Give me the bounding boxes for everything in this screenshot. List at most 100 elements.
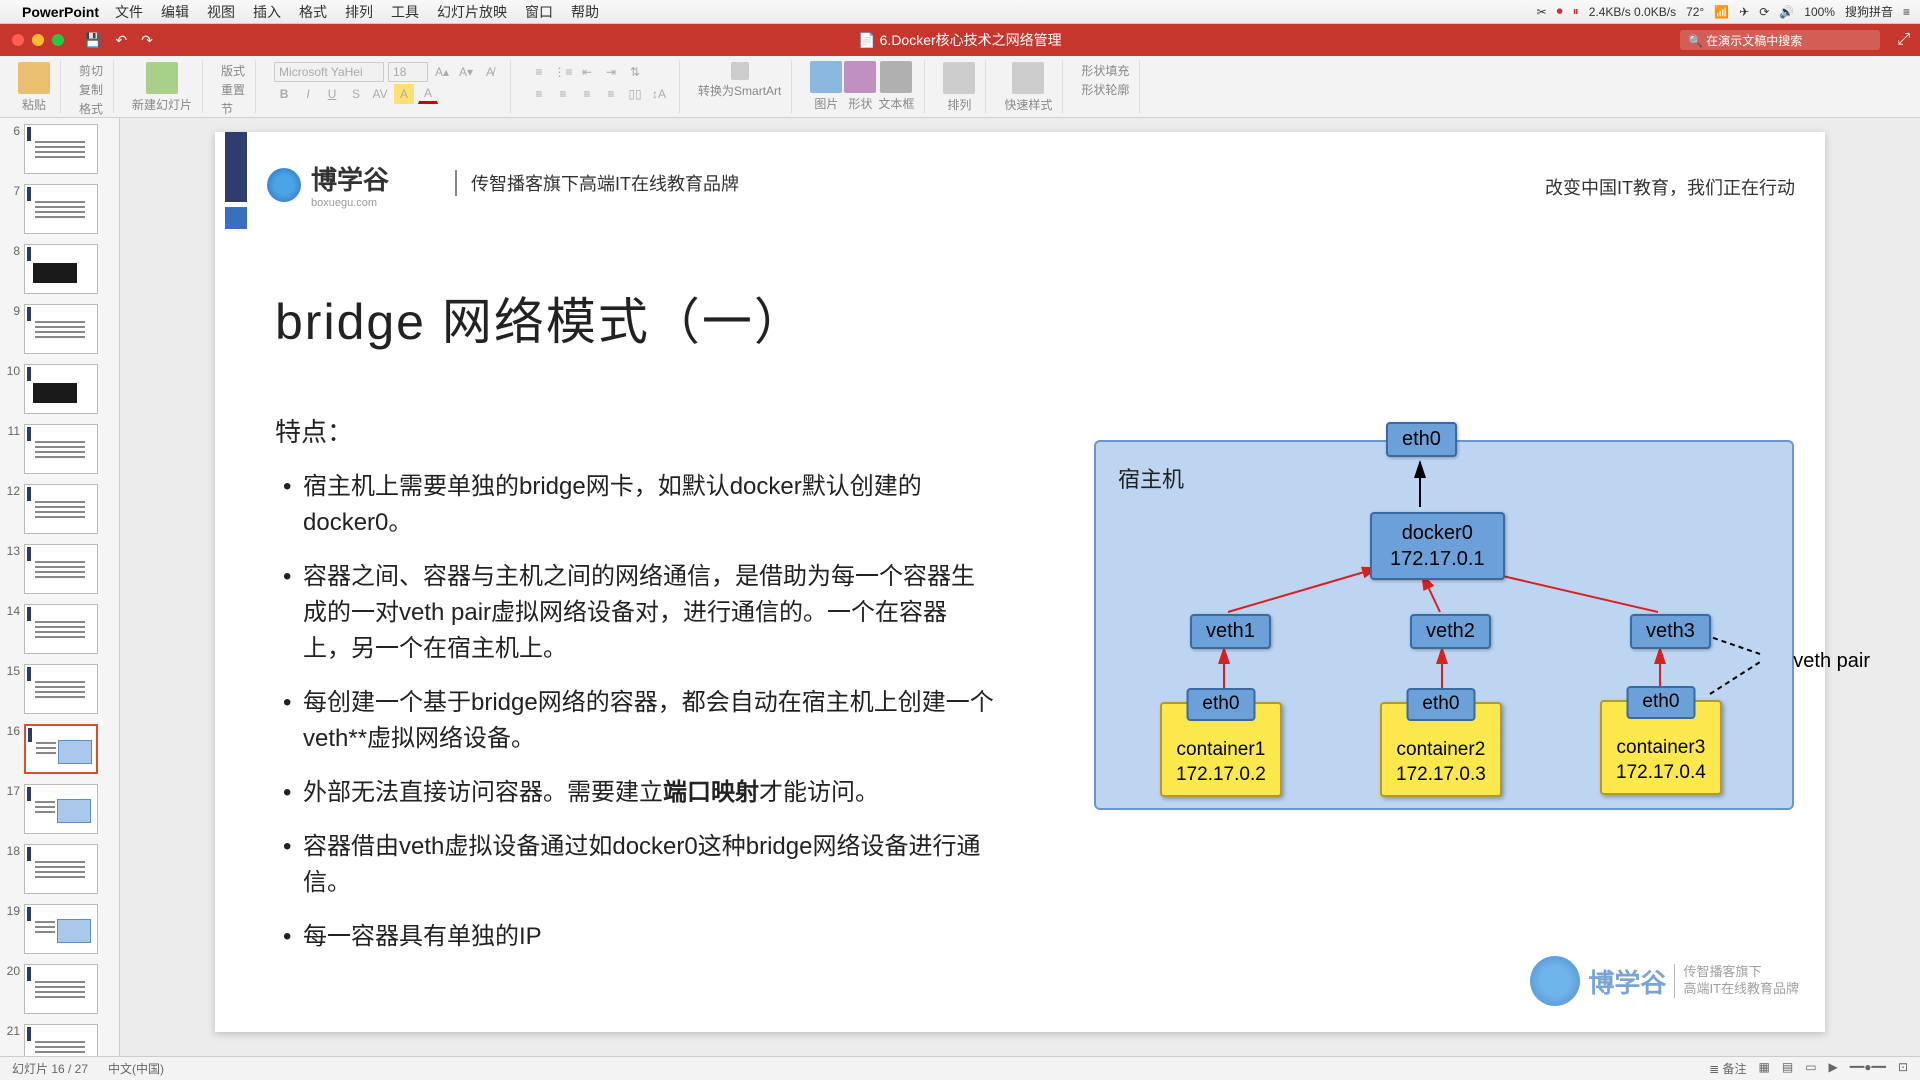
slide-thumb-8[interactable] xyxy=(24,244,98,294)
paperplane-icon[interactable]: ✈ xyxy=(1739,5,1749,19)
slide-thumb-7[interactable] xyxy=(24,184,98,234)
paste-button[interactable]: 粘贴 xyxy=(18,62,50,113)
slide-thumb-15[interactable] xyxy=(24,664,98,714)
sorter-view-icon[interactable]: ▤ xyxy=(1782,1060,1793,1077)
picture-button[interactable]: 图片 xyxy=(810,61,842,112)
slide-thumb-20[interactable] xyxy=(24,964,98,1014)
expand-icon[interactable]: ⤢ xyxy=(1897,31,1910,49)
slide[interactable]: 博学谷boxuegu.com 传智播客旗下高端IT在线教育品牌 改变中国IT教育… xyxy=(215,132,1825,1032)
menu-slideshow[interactable]: 幻灯片放映 xyxy=(437,2,507,22)
slide-thumb-17[interactable] xyxy=(24,784,98,834)
maximize-button[interactable] xyxy=(52,34,64,46)
battery-icon[interactable]: 100% xyxy=(1804,5,1835,19)
slide-thumb-19[interactable] xyxy=(24,904,98,954)
redo-icon[interactable]: ↷ xyxy=(141,32,153,49)
clear-format-icon[interactable]: A̸ xyxy=(480,62,500,82)
textbox-button[interactable]: 文本框 xyxy=(878,61,914,112)
shape-outline-button[interactable]: 形状轮廓 xyxy=(1081,81,1129,98)
reading-view-icon[interactable]: ▭ xyxy=(1805,1060,1816,1077)
minimize-button[interactable] xyxy=(32,34,44,46)
align-center-icon[interactable]: ≡ xyxy=(553,84,573,104)
bold-icon[interactable]: B xyxy=(274,84,294,104)
slide-thumb-6[interactable] xyxy=(24,124,98,174)
columns-icon[interactable]: ▯▯ xyxy=(625,84,645,104)
search-input[interactable]: 🔍 在演示文稿中搜索 xyxy=(1680,30,1880,50)
bullets-icon[interactable]: ≡ xyxy=(529,62,549,82)
convert-smartart-button[interactable]: 转换为SmartArt xyxy=(698,62,781,99)
close-button[interactable] xyxy=(12,34,24,46)
slide-thumb-10[interactable] xyxy=(24,364,98,414)
app-name[interactable]: PowerPoint xyxy=(22,4,99,20)
slide-thumb-21[interactable] xyxy=(24,1024,98,1056)
menu-format[interactable]: 格式 xyxy=(299,2,327,22)
zoom-slider[interactable]: ━━●━━ xyxy=(1850,1060,1886,1077)
menu-insert[interactable]: 插入 xyxy=(253,2,281,22)
slideshow-view-icon[interactable]: ▶ xyxy=(1829,1060,1838,1077)
temp-icon[interactable]: 72° xyxy=(1686,5,1704,19)
speaker-icon[interactable]: 🔊 xyxy=(1779,5,1794,19)
new-slide-button[interactable]: 新建幻灯片 xyxy=(132,62,192,113)
layout-button[interactable]: 版式 xyxy=(221,62,245,79)
menu-tools[interactable]: 工具 xyxy=(391,2,419,22)
sync-icon[interactable]: ⟳ xyxy=(1759,5,1769,19)
undo-icon[interactable]: ↶ xyxy=(115,32,127,49)
ime-label[interactable]: 搜狗拼音 xyxy=(1845,3,1893,20)
font-select[interactable] xyxy=(274,62,384,82)
save-icon[interactable]: 💾 xyxy=(84,32,101,49)
slide-thumb-12[interactable] xyxy=(24,484,98,534)
decrease-font-icon[interactable]: A▾ xyxy=(456,62,476,82)
menu-window[interactable]: 窗口 xyxy=(525,2,553,22)
increase-font-icon[interactable]: A▴ xyxy=(432,62,452,82)
reset-button[interactable]: 重置 xyxy=(221,81,245,98)
font-size-select[interactable] xyxy=(388,62,428,82)
slide-canvas[interactable]: 博学谷boxuegu.com 传智播客旗下高端IT在线教育品牌 改变中国IT教育… xyxy=(120,118,1920,1056)
record-icon[interactable]: ⏺ xyxy=(1557,4,1563,19)
slide-content[interactable]: 特点： 宿主机上需要单独的bridge网卡，如默认docker默认创建的dock… xyxy=(275,412,995,973)
align-right-icon[interactable]: ≡ xyxy=(577,84,597,104)
slide-thumb-14[interactable] xyxy=(24,604,98,654)
network-diagram[interactable]: 宿主机 eth0 docker0172 xyxy=(1080,422,1800,812)
format-button[interactable]: 格式 xyxy=(79,100,103,117)
slide-title[interactable]: bridge 网络模式（一） xyxy=(275,282,806,354)
pause-icon[interactable]: ⏸ xyxy=(1573,4,1579,19)
arrange-button[interactable]: 排列 xyxy=(943,62,975,113)
shadow-icon[interactable]: AV xyxy=(370,84,390,104)
shape-fill-button[interactable]: 形状填充 xyxy=(1081,62,1129,79)
line-spacing-icon[interactable]: ⇅ xyxy=(625,62,645,82)
font-color-icon[interactable]: A xyxy=(418,84,438,104)
fit-icon[interactable]: ⊡ xyxy=(1898,1060,1908,1077)
menu-help[interactable]: 帮助 xyxy=(571,2,599,22)
slide-thumb-16[interactable] xyxy=(24,724,98,774)
slide-thumbnails[interactable]: 67891011121314151617181920212223 xyxy=(0,118,120,1056)
quickstyle-button[interactable]: 快速样式 xyxy=(1004,62,1052,113)
section-button[interactable]: 节 xyxy=(221,100,245,117)
menu-file[interactable]: 文件 xyxy=(115,2,143,22)
justify-icon[interactable]: ≡ xyxy=(601,84,621,104)
align-left-icon[interactable]: ≡ xyxy=(529,84,549,104)
menu-edit[interactable]: 编辑 xyxy=(161,2,189,22)
language-indicator[interactable]: 中文(中国) xyxy=(108,1060,164,1077)
slide-thumb-11[interactable] xyxy=(24,424,98,474)
cut-button[interactable]: 剪切 xyxy=(79,62,103,79)
slide-thumb-13[interactable] xyxy=(24,544,98,594)
slide-thumb-18[interactable] xyxy=(24,844,98,894)
shape-button[interactable]: 形状 xyxy=(844,61,876,112)
indent-left-icon[interactable]: ⇤ xyxy=(577,62,597,82)
text-direction-icon[interactable]: ↕A xyxy=(649,84,669,104)
numbering-icon[interactable]: ⋮≡ xyxy=(553,62,573,82)
underline-icon[interactable]: U xyxy=(322,84,342,104)
indent-right-icon[interactable]: ⇥ xyxy=(601,62,621,82)
menu-arrange[interactable]: 排列 xyxy=(345,2,373,22)
copy-button[interactable]: 复制 xyxy=(79,81,103,98)
notif-icon[interactable]: ≡ xyxy=(1903,5,1910,19)
wifi-icon[interactable]: 📶 xyxy=(1714,5,1729,19)
normal-view-icon[interactable]: ▦ xyxy=(1759,1060,1770,1077)
scissors-icon[interactable]: ✂ xyxy=(1537,5,1547,19)
slide-thumb-9[interactable] xyxy=(24,304,98,354)
c3-eth0: eth0 xyxy=(1626,686,1695,719)
notes-button[interactable]: ≣ 备注 xyxy=(1709,1060,1746,1077)
strike-icon[interactable]: S xyxy=(346,84,366,104)
menu-view[interactable]: 视图 xyxy=(207,2,235,22)
italic-icon[interactable]: I xyxy=(298,84,318,104)
highlight-icon[interactable]: A xyxy=(394,84,414,104)
